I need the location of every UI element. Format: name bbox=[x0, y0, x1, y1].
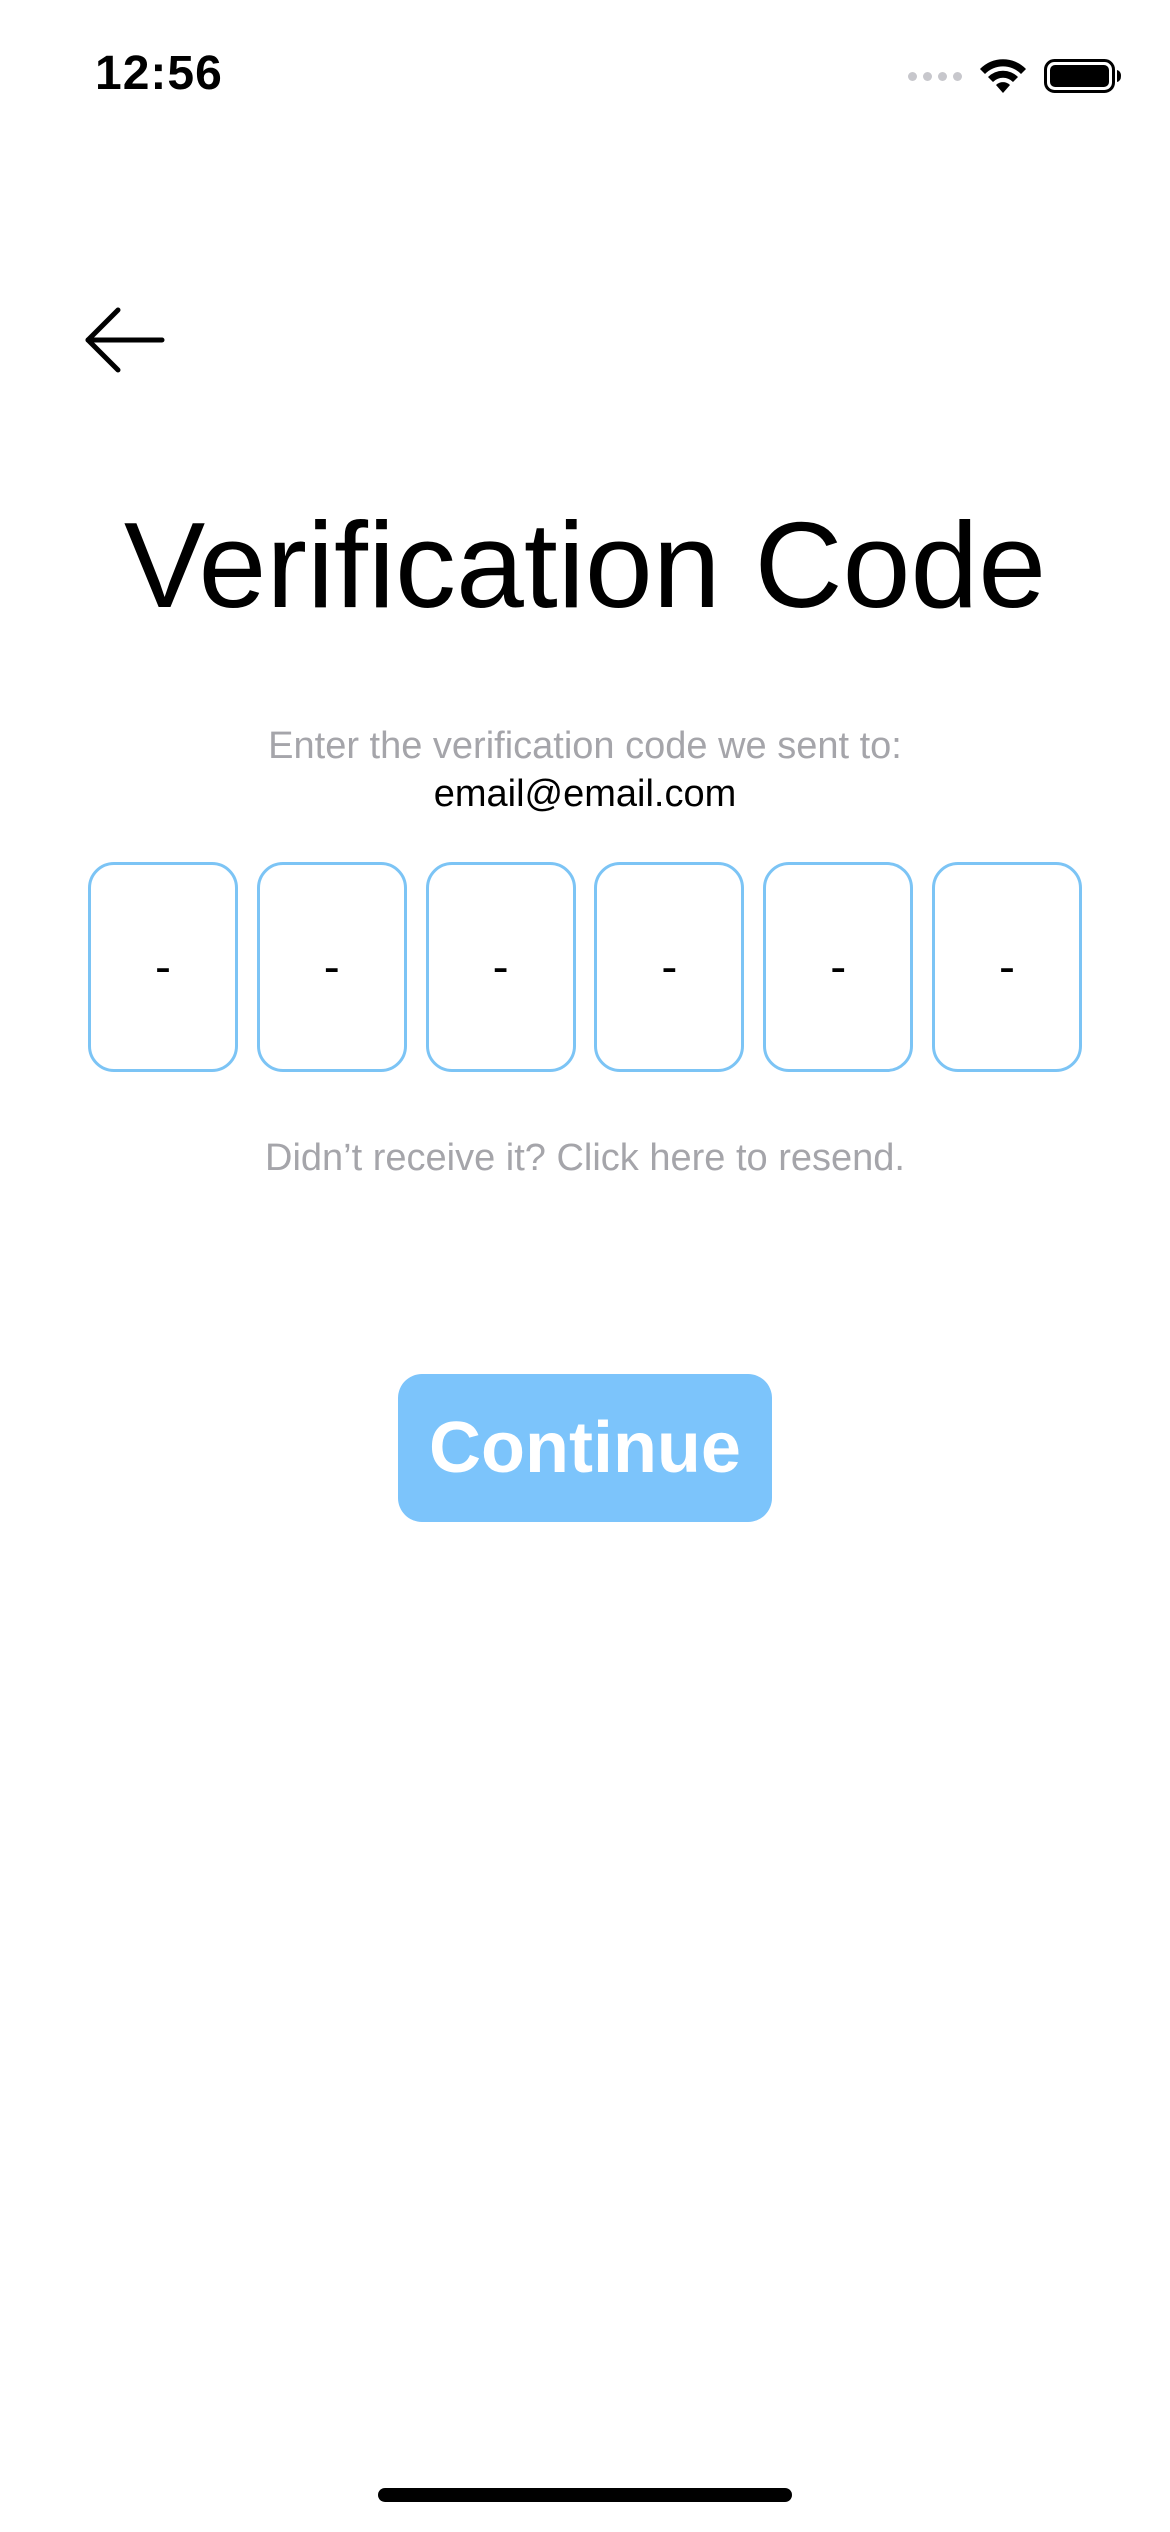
verification-code-inputs: - - - - - - bbox=[88, 862, 1082, 1072]
back-button[interactable] bbox=[80, 300, 170, 380]
code-digit-5[interactable]: - bbox=[763, 862, 914, 1072]
code-digit-3[interactable]: - bbox=[425, 862, 576, 1072]
cellular-signal-icon bbox=[908, 71, 962, 81]
instruction-text: Enter the verification code we sent to: bbox=[268, 725, 902, 767]
battery-icon bbox=[1044, 59, 1121, 93]
arrow-left-icon bbox=[85, 307, 165, 373]
code-digit-1[interactable]: - bbox=[88, 862, 238, 1072]
home-indicator[interactable] bbox=[378, 2488, 792, 2502]
code-digit-4[interactable]: - bbox=[594, 862, 745, 1072]
status-icons bbox=[908, 52, 1122, 100]
status-time: 12:56 bbox=[95, 47, 223, 100]
code-digit-2[interactable]: - bbox=[256, 862, 407, 1072]
resend-link[interactable]: Didn’t receive it? Click here to resend. bbox=[0, 1134, 1170, 1182]
code-digit-6[interactable]: - bbox=[931, 862, 1082, 1072]
continue-button[interactable]: Continue bbox=[398, 1374, 772, 1522]
wifi-icon bbox=[980, 59, 1026, 93]
page-title: Verification Code bbox=[123, 497, 1047, 633]
email-address: email@email.com bbox=[433, 773, 737, 815]
